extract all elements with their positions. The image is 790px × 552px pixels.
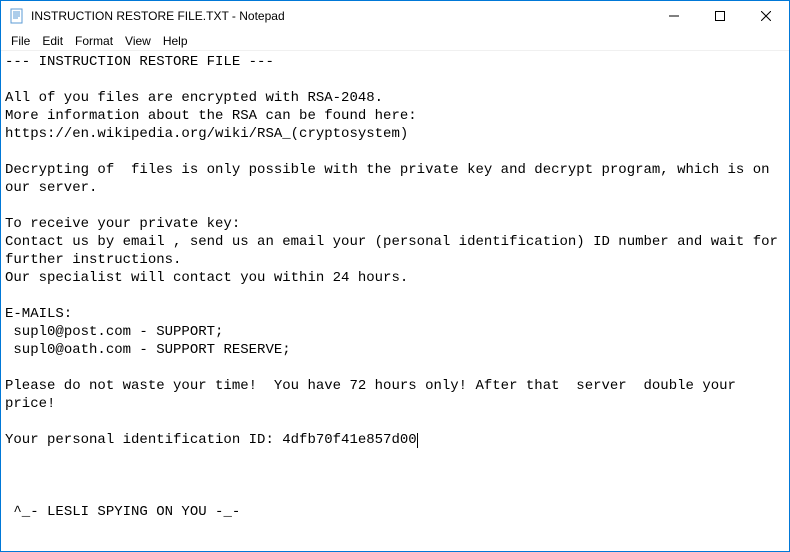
menu-file[interactable]: File [5,33,36,49]
text-caret [417,433,418,448]
text-line: More information about the RSA can be fo… [5,108,417,124]
menu-help[interactable]: Help [157,33,194,49]
text-line: Our specialist will contact you within 2… [5,270,408,286]
titlebar[interactable]: INSTRUCTION RESTORE FILE.TXT - Notepad [1,1,789,31]
window-title: INSTRUCTION RESTORE FILE.TXT - Notepad [31,9,285,23]
close-button[interactable] [743,1,789,31]
menu-edit[interactable]: Edit [36,33,69,49]
menu-format[interactable]: Format [69,33,119,49]
text-line: All of you files are encrypted with RSA-… [5,90,383,106]
notepad-icon [9,8,25,24]
text-line: --- INSTRUCTION RESTORE FILE --- [5,54,274,70]
text-line: Your personal identification ID: 4dfb70f… [5,432,417,448]
text-line: supl0@post.com - SUPPORT; [5,324,223,340]
text-editor[interactable]: --- INSTRUCTION RESTORE FILE --- All of … [1,51,789,551]
text-line: https://en.wikipedia.org/wiki/RSA_(crypt… [5,126,408,142]
maximize-button[interactable] [697,1,743,31]
notepad-window: INSTRUCTION RESTORE FILE.TXT - Notepad F… [0,0,790,552]
menubar: File Edit Format View Help [1,31,789,51]
text-line: supl0@oath.com - SUPPORT RESERVE; [5,342,291,358]
menu-view[interactable]: View [119,33,157,49]
text-line: Contact us by email , send us an email y… [5,234,786,268]
text-line: Please do not waste your time! You have … [5,378,744,412]
text-line: To receive your private key: [5,216,240,232]
text-line: E-MAILS: [5,306,72,322]
text-line: ^_- LESLI SPYING ON YOU -_- [5,504,240,520]
minimize-button[interactable] [651,1,697,31]
text-line: Decrypting of files is only possible wit… [5,162,778,196]
